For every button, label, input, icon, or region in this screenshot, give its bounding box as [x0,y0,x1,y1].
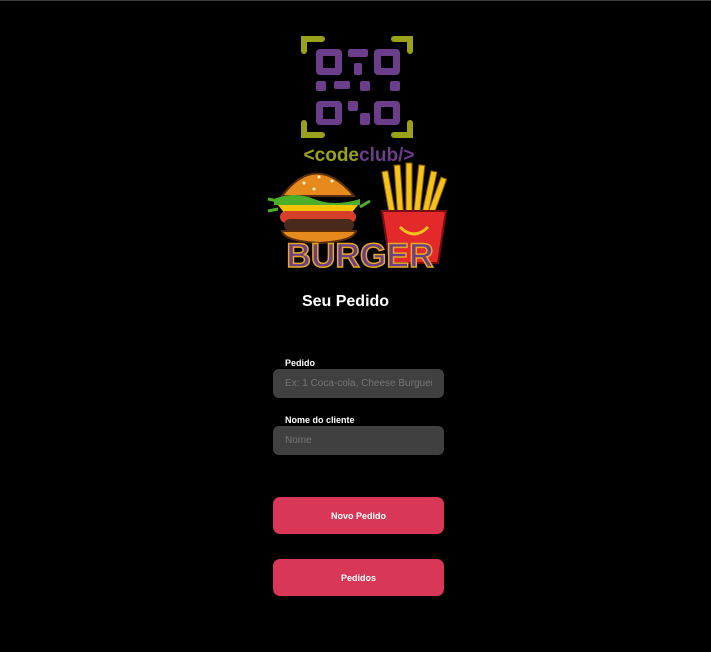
cliente-label: Nome do cliente [285,415,355,425]
logo-graphic: <codeclub/> BURGER [267,36,448,271]
codeclub-burger-logo: <codeclub/> BURGER [264,31,454,271]
page-title: Seu Pedido [301,293,390,310]
order-page: <codeclub/> BURGER Seu Pedido Pedido Ex:… [0,0,711,652]
burger-icon [267,172,371,245]
pedidos-button[interactable]: Pedidos [273,559,444,596]
pedido-label: Pedido [285,358,316,368]
novo-pedido-button[interactable]: Novo Pedido [273,497,444,534]
burger-wordmark: BURGER [286,237,433,271]
codeclub-wordmark: <codeclub/> [304,145,415,166]
pedido-input[interactable] [273,369,444,398]
qr-code-icon [316,49,400,125]
cliente-name-input[interactable] [273,426,444,455]
